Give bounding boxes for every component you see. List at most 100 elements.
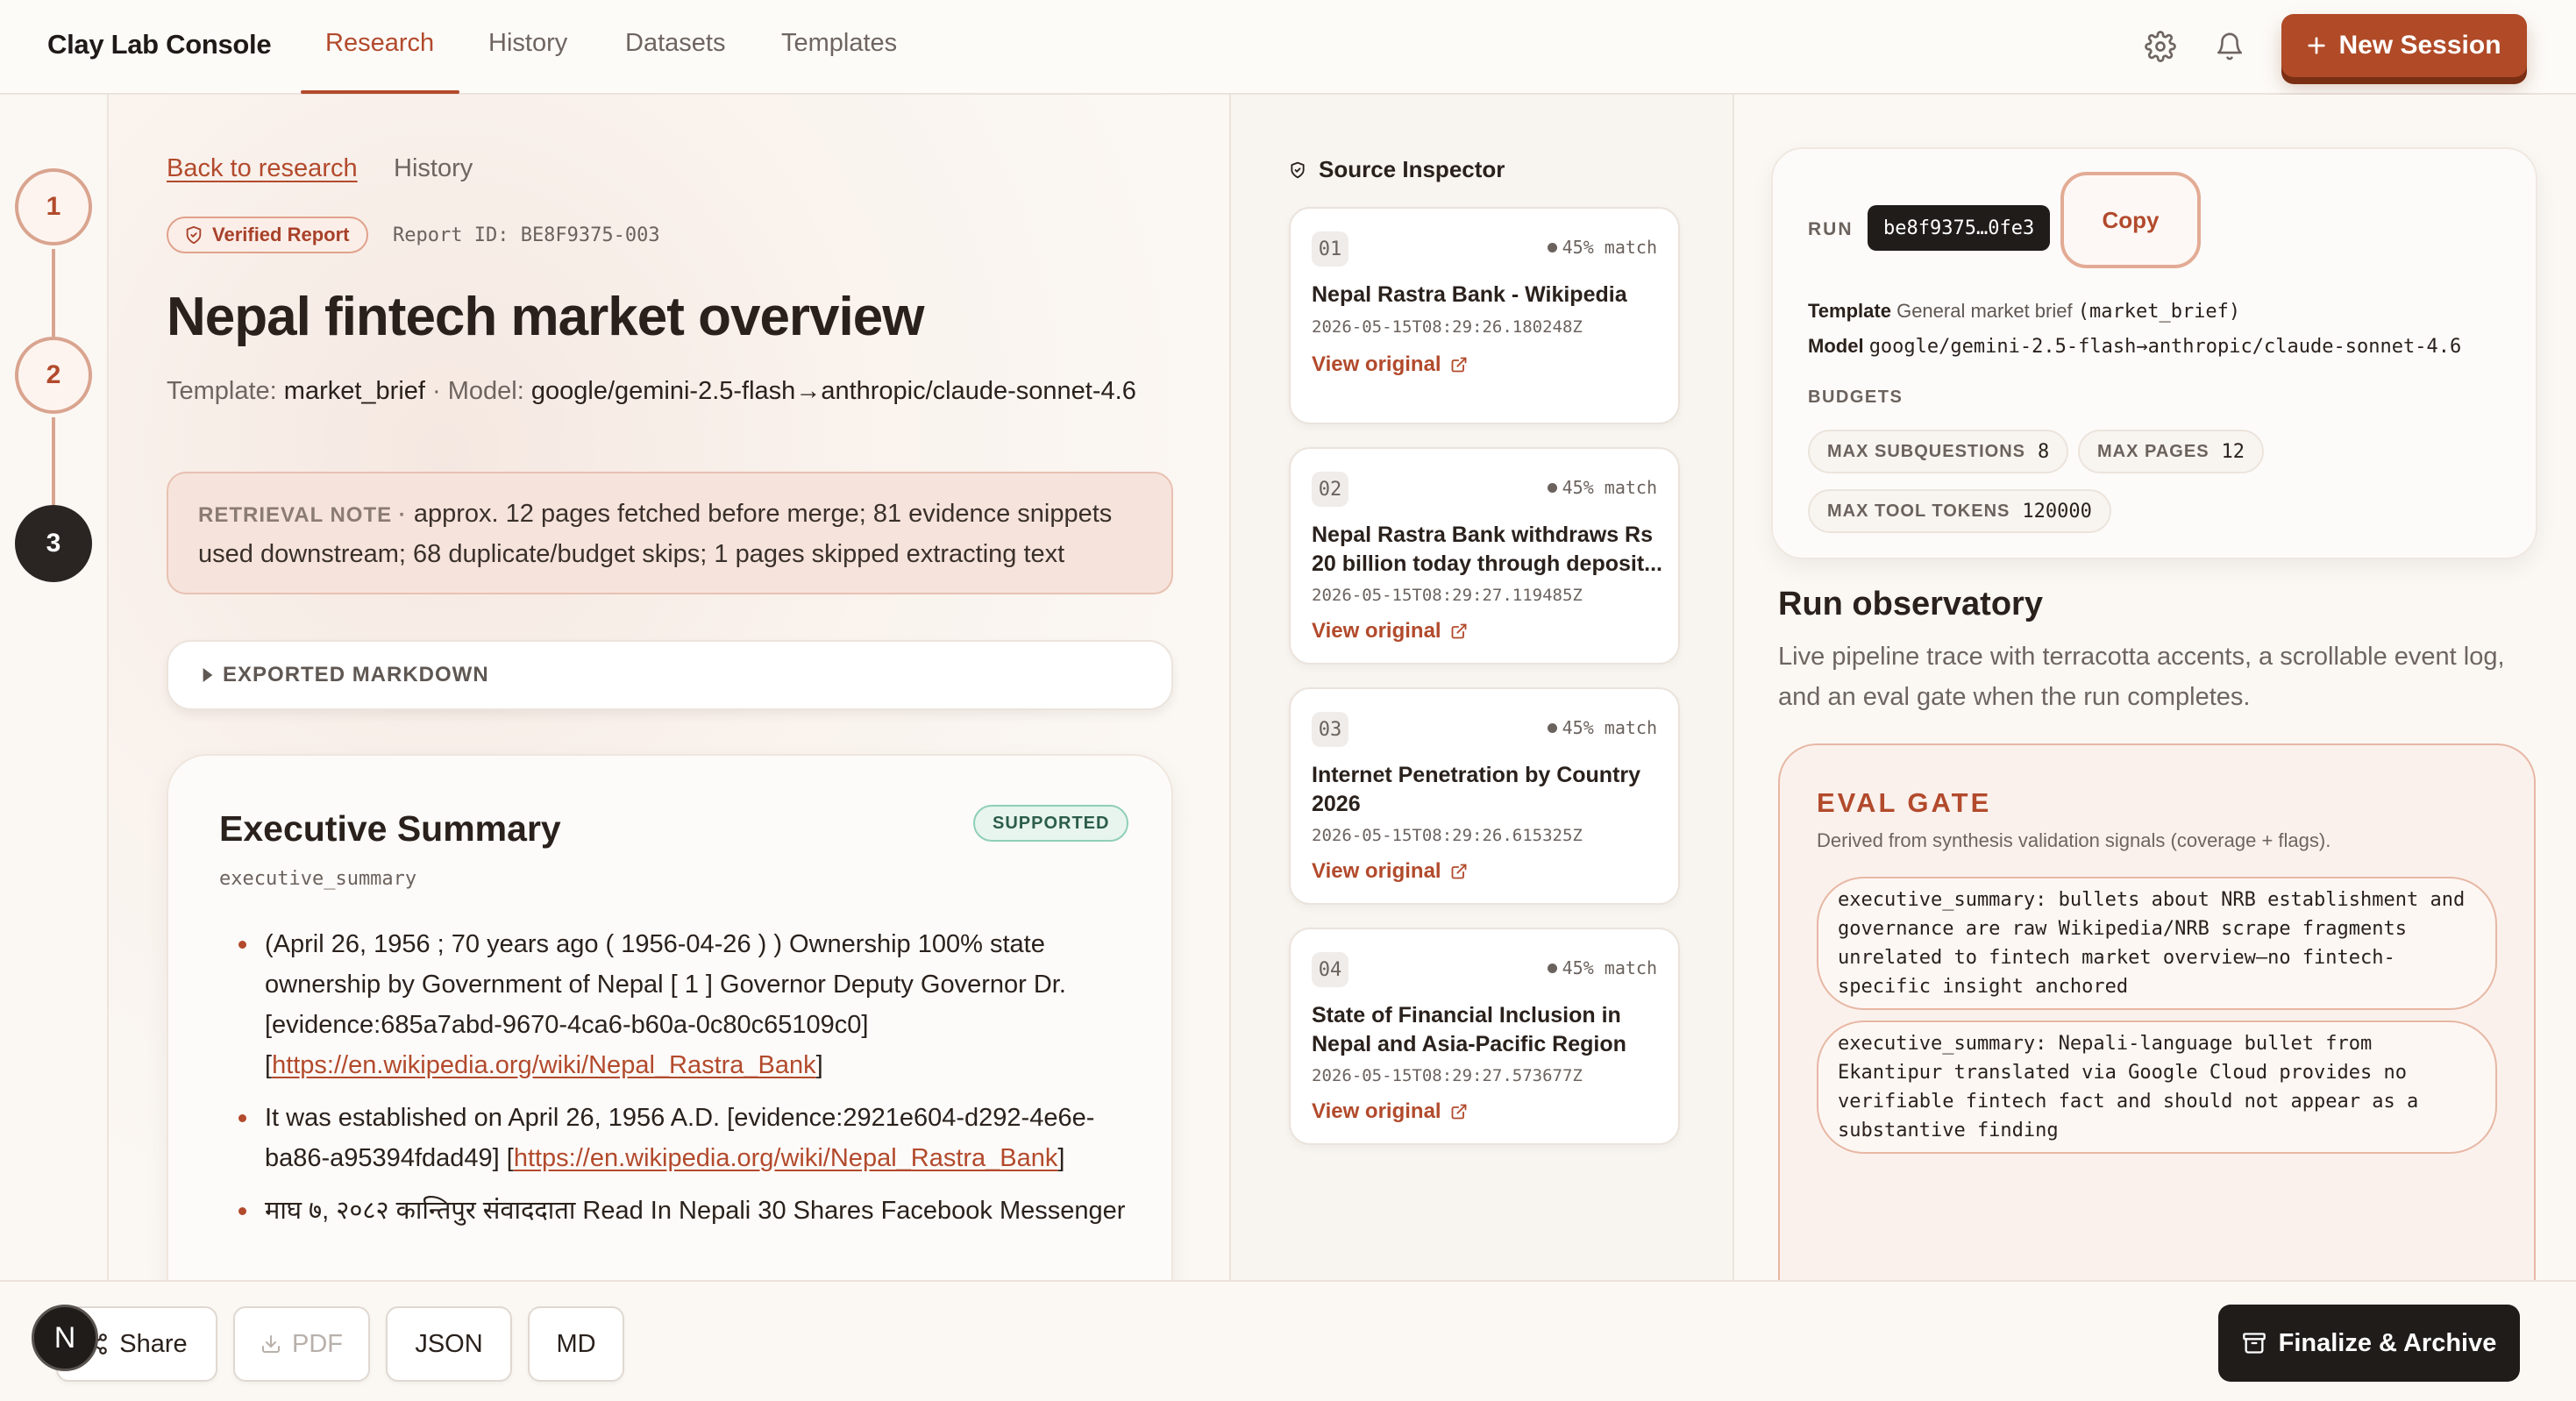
source-title: Internet Penetration by Country 2026 [1312, 763, 1641, 816]
match-score: 45% match [1547, 477, 1657, 498]
run-card: RUN be8f9375…0fe3 Copy Template General … [1771, 147, 2537, 559]
budget-label: MAX PAGES [2097, 441, 2210, 461]
json-button[interactable]: JSON [386, 1306, 512, 1382]
avatar[interactable]: N [32, 1305, 98, 1371]
step-connector [52, 417, 55, 505]
verified-label: Verified Report [212, 224, 350, 245]
budget-label: MAX TOOL TOKENS [1827, 501, 2010, 521]
model-prefix: · Model: [432, 377, 524, 405]
run-panel: RUN be8f9375…0fe3 Copy Template General … [1734, 95, 2576, 1280]
external-link-icon [1451, 864, 1467, 879]
finalize-label: Finalize & Archive [2278, 1328, 2497, 1357]
model-label: Model [1808, 335, 1864, 357]
app-brand: Clay Lab Console [47, 29, 272, 60]
template-prefix: Template: [167, 377, 277, 405]
run-template: Template General market brief (market_br… [1808, 300, 2240, 323]
source-date: 2026-05-15T08:29:27.573677Z [1312, 1066, 1583, 1085]
list-item: माघ ७, २०८२ कान्तिपुर संवाददाता Read In … [219, 1191, 1131, 1231]
source-card[interactable]: 04 45% match State of Financial Inclusio… [1289, 928, 1680, 1145]
view-original-link[interactable]: View original [1312, 352, 1468, 377]
match-score: 45% match [1547, 717, 1657, 738]
inspector-header: Source Inspector [1289, 156, 1505, 183]
view-original-label: View original [1312, 619, 1441, 643]
source-card[interactable]: 03 45% match Internet Penetration by Cou… [1289, 687, 1680, 905]
inspector-title: Source Inspector [1319, 156, 1505, 182]
eval-flag: executive_summary: Nepali-language bulle… [1817, 1021, 2497, 1154]
view-original-link[interactable]: View original [1312, 1099, 1468, 1124]
source-inspector: Source Inspector 01 45% match Nepal Rast… [1231, 95, 1734, 1280]
step-2[interactable]: 2 [15, 337, 92, 414]
report-id: Report ID: BE8F9375-003 [393, 224, 660, 246]
match-label: 45% match [1562, 477, 1657, 498]
source-link[interactable]: https://en.wikipedia.org/wiki/Nepal_Rast… [514, 1144, 1058, 1172]
notifications-button[interactable] [2210, 26, 2250, 67]
retrieval-note: RETRIEVAL NOTE · approx. 12 pages fetche… [167, 472, 1173, 594]
model-value: google/gemini-2.5-flash→anthropic/claude… [1868, 336, 2462, 358]
source-link[interactable]: https://en.wikipedia.org/wiki/Nepal_Rast… [272, 1051, 816, 1079]
tab-history[interactable]: History [488, 29, 567, 58]
budget-label: MAX SUBQUESTIONS [1827, 441, 2026, 461]
tab-templates[interactable]: Templates [781, 29, 897, 58]
budget-value: 8 [2038, 440, 2050, 463]
eval-gate-card: EVAL GATE Derived from synthesis validat… [1778, 743, 2536, 1280]
share-label: Share [119, 1329, 188, 1358]
step-connector [52, 249, 55, 337]
report-meta: Template: market_brief · Model: google/g… [167, 372, 1201, 411]
status-badge: SUPPORTED [973, 805, 1129, 842]
page-title: Nepal fintech market overview [167, 287, 924, 347]
template-code: (market_brief) [2077, 301, 2241, 323]
eval-gate-title: EVAL GATE [1817, 787, 1992, 818]
dot-icon [1547, 722, 1557, 733]
download-icon [262, 1335, 280, 1353]
exported-markdown-toggle[interactable]: EXPORTED MARKDOWN [167, 640, 1173, 710]
external-link-icon [1451, 1104, 1467, 1120]
observatory-title: Run observatory [1778, 586, 2043, 622]
source-card[interactable]: 01 45% match Nepal Rastra Bank - Wikiped… [1289, 207, 1680, 424]
tab-research[interactable]: Research [325, 29, 434, 58]
pdf-button[interactable]: PDF [233, 1306, 370, 1382]
summary-bullets: (April 26, 1956 ; 70 years ago ( 1956-04… [219, 924, 1131, 1243]
source-title: Nepal Rastra Bank withdraws Rs 20 billio… [1312, 523, 1662, 576]
exported-markdown-label: EXPORTED MARKDOWN [223, 663, 489, 686]
view-original-label: View original [1312, 1099, 1441, 1123]
source-number: 01 [1312, 231, 1348, 267]
budgets-label: BUDGETS [1808, 388, 1904, 407]
match-label: 45% match [1562, 237, 1657, 258]
executive-summary-card: Executive Summary SUPPORTED executive_su… [167, 754, 1173, 1280]
bullet-text: माघ ७, २०८२ कान्तिपुर संवाददाता Read In … [265, 1197, 1126, 1225]
new-session-button[interactable]: New Session [2281, 14, 2527, 77]
summary-title: Executive Summary [219, 808, 561, 849]
view-original-link[interactable]: View original [1312, 859, 1468, 884]
eval-gate-subtitle: Derived from synthesis validation signal… [1817, 829, 2331, 851]
model-value: google/gemini-2.5-flash→anthropic/claude… [530, 377, 1136, 405]
copy-button[interactable]: Copy [2060, 172, 2201, 268]
external-link-icon [1451, 357, 1467, 373]
back-to-research-link[interactable]: Back to research [167, 154, 358, 183]
shield-check-icon [1291, 161, 1305, 178]
source-date: 2026-05-15T08:29:26.615325Z [1312, 826, 1583, 845]
tab-datasets[interactable]: Datasets [625, 29, 725, 58]
bell-icon [2217, 32, 2243, 60]
top-nav: Clay Lab Console Research History Datase… [0, 0, 2576, 95]
bullet-suffix: ] [815, 1051, 823, 1079]
history-link[interactable]: History [394, 154, 473, 183]
source-title: Nepal Rastra Bank - Wikipedia [1312, 282, 1627, 307]
finalize-archive-button[interactable]: Finalize & Archive [2218, 1305, 2520, 1382]
settings-button[interactable] [2140, 26, 2181, 67]
source-card[interactable]: 02 45% match Nepal Rastra Bank withdraws… [1289, 447, 1680, 665]
match-label: 45% match [1562, 957, 1657, 978]
dot-icon [1547, 963, 1557, 973]
view-original-label: View original [1312, 352, 1441, 376]
eval-flag: executive_summary: bullets about NRB est… [1817, 877, 2497, 1010]
step-1[interactable]: 1 [15, 168, 92, 245]
md-button[interactable]: MD [528, 1306, 624, 1382]
dot-icon [1547, 242, 1557, 252]
run-hash: be8f9375…0fe3 [1868, 205, 2051, 251]
match-score: 45% match [1547, 957, 1657, 978]
budget-pill: MAX TOOL TOKENS 120000 [1808, 489, 2111, 533]
step-3[interactable]: 3 [15, 505, 92, 582]
shield-check-icon [186, 225, 202, 245]
view-original-link[interactable]: View original [1312, 619, 1468, 644]
template-name: General market brief [1896, 300, 2073, 322]
bullet-suffix: ] [1057, 1144, 1065, 1172]
